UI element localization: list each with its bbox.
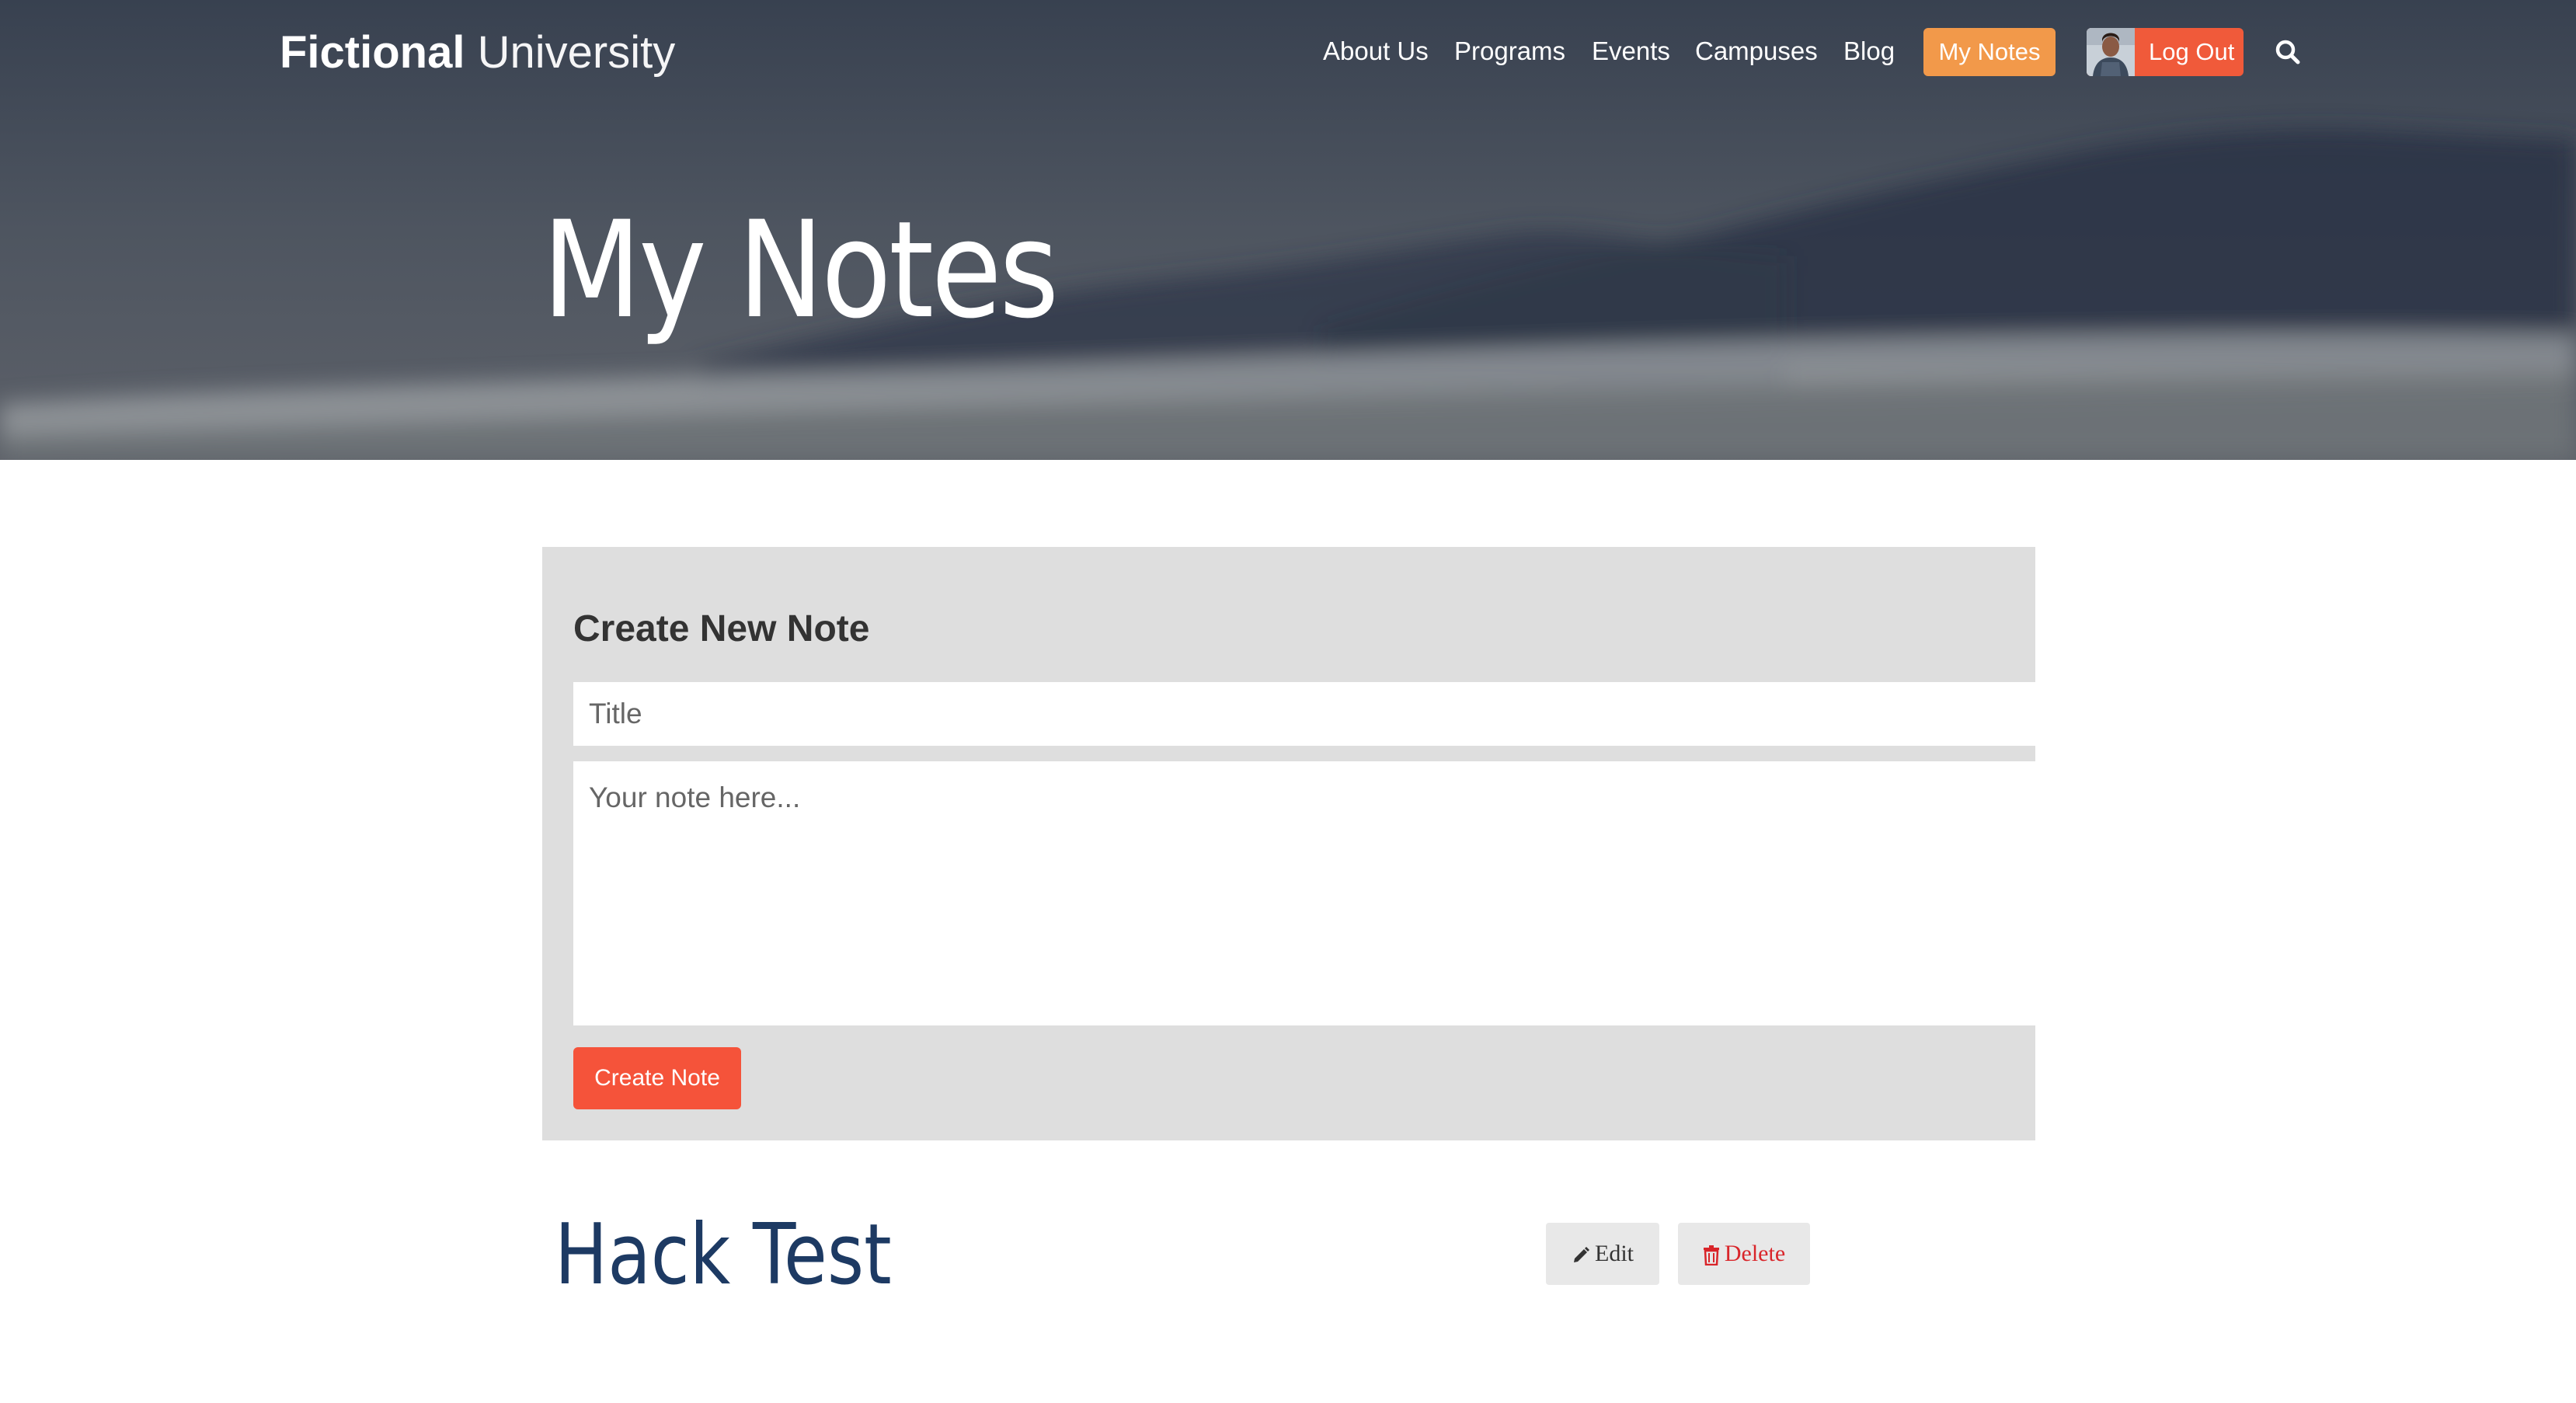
- nav-about-us[interactable]: About Us: [1323, 36, 1429, 67]
- edit-label: Edit: [1595, 1241, 1634, 1266]
- create-note-button[interactable]: Create Note: [573, 1047, 741, 1109]
- nav-campuses[interactable]: Campuses: [1695, 36, 1818, 67]
- note-title-input[interactable]: [573, 682, 2035, 746]
- pencil-icon: [1574, 1247, 1589, 1263]
- user-avatar: [2087, 28, 2135, 76]
- delete-label: Delete: [1724, 1241, 1786, 1266]
- note-title[interactable]: Hack Test: [555, 1203, 892, 1308]
- trash-icon: [1703, 1245, 1719, 1266]
- logout-label: Log Out: [2149, 38, 2235, 65]
- delete-note-button[interactable]: Delete: [1678, 1223, 1810, 1285]
- hero-banner: Fictional University About Us Programs E…: [0, 0, 2576, 460]
- nav-blog[interactable]: Blog: [1843, 36, 1895, 67]
- create-note-panel: Create New Note Create Note: [542, 547, 2035, 1140]
- page-title: My Notes: [542, 192, 1059, 348]
- site-logo[interactable]: Fictional University: [280, 23, 675, 82]
- brand-light: University: [477, 27, 676, 78]
- note-body-textarea[interactable]: [573, 761, 2035, 1025]
- nav-events[interactable]: Events: [1592, 36, 1670, 67]
- search-icon[interactable]: [2273, 37, 2304, 68]
- my-notes-button[interactable]: My Notes: [1923, 28, 2056, 76]
- edit-note-button[interactable]: Edit: [1546, 1223, 1659, 1285]
- brand-bold: Fictional: [280, 27, 465, 78]
- create-note-heading: Create New Note: [573, 608, 870, 649]
- nav-programs[interactable]: Programs: [1454, 36, 1565, 67]
